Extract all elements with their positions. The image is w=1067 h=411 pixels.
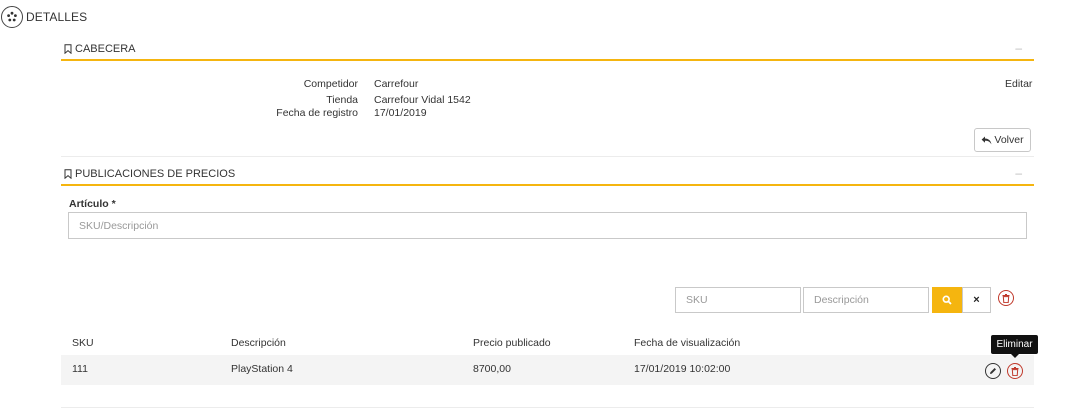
column-header-price: Precio publicado bbox=[473, 337, 551, 349]
cell-sku: 111 bbox=[72, 363, 88, 375]
header-section-bar[interactable]: CABECERA – bbox=[61, 40, 1034, 61]
collapse-header-section-button[interactable]: – bbox=[1015, 41, 1022, 55]
column-header-date: Fecha de visualización bbox=[634, 337, 741, 349]
field-label-competidor: Competidor bbox=[303, 78, 358, 90]
tooltip-arrow bbox=[1010, 353, 1020, 358]
pencil-icon bbox=[990, 368, 996, 374]
edit-link[interactable]: Editar bbox=[1005, 78, 1032, 90]
edit-row-button[interactable] bbox=[985, 363, 1001, 379]
cell-price: 8700,00 bbox=[473, 363, 511, 375]
section-divider bbox=[61, 156, 1034, 157]
cell-date: 17/01/2019 10:02:00 bbox=[634, 363, 731, 375]
article-search-input[interactable] bbox=[68, 212, 1027, 239]
field-value-fecha-registro: 17/01/2019 bbox=[374, 107, 427, 119]
field-label-fecha-registro: Fecha de registro bbox=[276, 107, 358, 119]
search-icon bbox=[942, 295, 952, 305]
cell-description: PlayStation 4 bbox=[231, 363, 293, 375]
page-title: DETALLES bbox=[26, 10, 88, 24]
section-bottom-divider bbox=[61, 407, 1034, 408]
table-row bbox=[61, 355, 1034, 385]
column-header-description: Descripción bbox=[231, 337, 286, 349]
prices-section-bar[interactable]: PUBLICACIONES DE PRECIOS – bbox=[61, 165, 1034, 186]
sku-filter-input[interactable] bbox=[675, 287, 801, 313]
field-value-competidor: Carrefour bbox=[374, 78, 419, 90]
prices-section-title: PUBLICACIONES DE PRECIOS bbox=[75, 168, 236, 180]
undo-arrow-icon bbox=[982, 136, 992, 144]
delete-all-button[interactable] bbox=[998, 290, 1014, 306]
field-value-tienda: Carrefour Vidal 1542 bbox=[374, 94, 471, 106]
field-label-tienda: Tienda bbox=[326, 94, 358, 106]
header-section-title: CABECERA bbox=[75, 43, 136, 55]
gear-icon bbox=[1, 6, 23, 28]
page-header: DETALLES bbox=[0, 5, 87, 29]
bookmark-icon bbox=[64, 44, 72, 54]
bookmark-icon bbox=[64, 169, 72, 179]
back-button-label: Volver bbox=[994, 134, 1024, 146]
collapse-prices-section-button[interactable]: – bbox=[1015, 166, 1022, 180]
delete-tooltip: Eliminar bbox=[991, 335, 1038, 354]
trash-icon bbox=[1002, 293, 1010, 303]
description-filter-input[interactable] bbox=[803, 287, 929, 313]
prices-section-title-wrap: PUBLICACIONES DE PRECIOS bbox=[64, 168, 235, 180]
delete-row-button[interactable] bbox=[1007, 363, 1023, 379]
clear-filters-button[interactable]: × bbox=[962, 287, 991, 313]
column-header-sku: SKU bbox=[72, 337, 94, 349]
search-button[interactable] bbox=[932, 287, 962, 313]
article-field-label: Artículo * bbox=[69, 198, 116, 210]
close-icon: × bbox=[973, 294, 980, 306]
back-button[interactable]: Volver bbox=[974, 128, 1031, 152]
header-section-title-wrap: CABECERA bbox=[64, 43, 136, 55]
trash-icon bbox=[1011, 366, 1019, 376]
